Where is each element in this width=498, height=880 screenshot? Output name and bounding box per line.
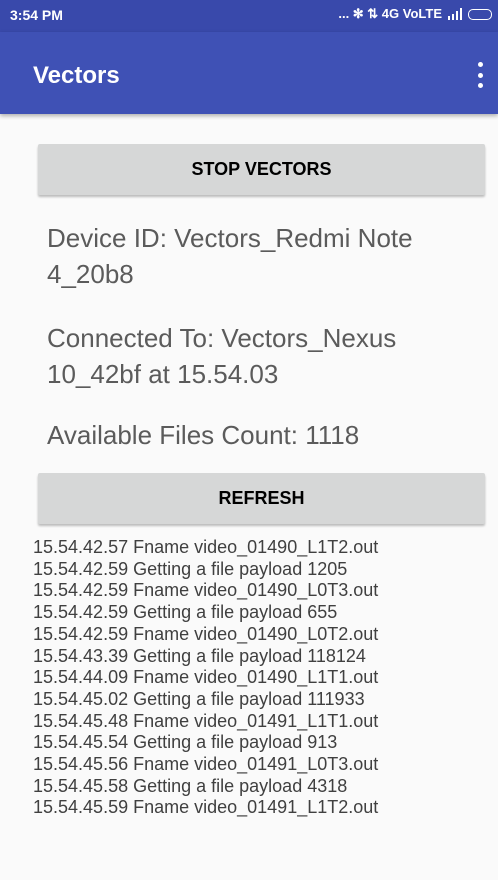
log-entry: 15.54.42.59 Fname video_01490_L0T3.out [33,580,379,601]
stop-vectors-button[interactable]: STOP VECTORS [38,144,485,195]
overflow-menu-icon[interactable] [472,62,488,88]
log-entry: 15.54.42.59 Getting a file payload 655 [33,602,338,623]
battery-icon [468,8,492,20]
connected-to-text: Connected To: Vectors_Nexus 10_42bf at 1… [47,323,397,389]
log-entry: 15.54.45.02 Getting a file payload 11193… [33,688,365,709]
refresh-button[interactable]: REFRESH [38,473,485,524]
log-entry: 15.54.42.57 Fname video_01490_L1T2.out [33,537,379,557]
log-entry: 15.54.45.56 Fname video_01491_L0T3.out [33,754,379,775]
log-entry: 15.54.43.39 Getting a file payload 11812… [33,645,366,666]
status-indicators-text: ... ✻ ⇅ 4G VoLTE [338,6,442,21]
signal-strength-icon [448,8,462,20]
log-entry: 15.54.45.59 Fname video_01491_L1T2.out [33,797,379,818]
device-id-text: Device ID: Vectors_Redmi Note 4_20b8 [47,223,413,289]
status-time: 3:54 PM [10,7,63,23]
status-bar: 3:54 PM ... ✻ ⇅ 4G VoLTE [0,0,498,32]
log-entry: 15.54.45.48 Fname video_01491_L1T1.out [33,710,379,731]
log-entry: 15.54.44.09 Fname video_01490_L1T1.out [33,667,379,688]
log-entry: 15.54.42.59 Fname video_01490_L0T2.out [33,623,379,644]
files-count-text: Available Files Count: 1118 [47,420,360,450]
app-title: Vectors [33,62,120,89]
app-bar: Vectors [0,32,498,114]
log-entry: 15.54.45.54 Getting a file payload 913 [33,732,338,753]
log-entry: 15.54.42.59 Getting a file payload 1205 [33,558,348,579]
log-entry: 15.54.45.58 Getting a file payload 4318 [33,775,348,796]
log-list: 15.54.42.57 Fname video_01490_L1T2.out 1… [33,537,493,819]
status-icons: ... ✻ ⇅ 4G VoLTE [338,6,492,22]
